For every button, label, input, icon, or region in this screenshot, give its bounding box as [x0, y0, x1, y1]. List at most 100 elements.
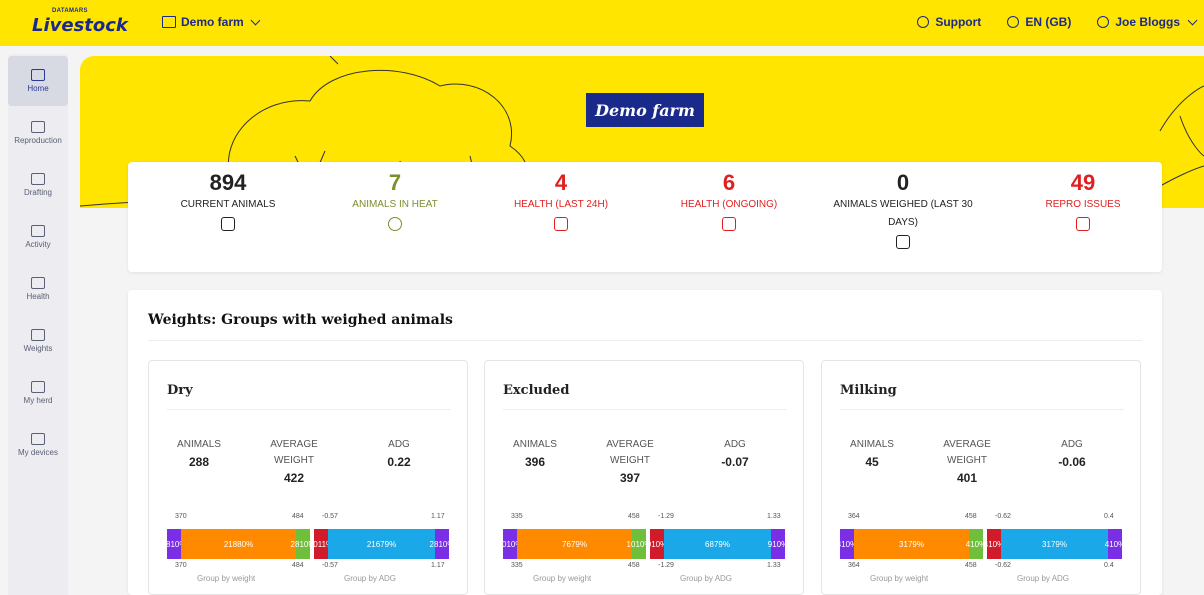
- segment-percent: 79%: [907, 539, 924, 549]
- segment-count: 10: [626, 539, 636, 549]
- language-selector[interactable]: EN (GB): [1007, 15, 1071, 29]
- stat-current-animals[interactable]: 894 CURRENT ANIMALS: [153, 170, 303, 231]
- bar-caption: Group by ADG: [1017, 574, 1070, 583]
- support-link[interactable]: Support: [917, 15, 981, 29]
- stat-label: HEALTH (LAST 24H): [513, 199, 609, 210]
- sidebar-item-health[interactable]: Health: [8, 264, 68, 314]
- stat-health-last-24h[interactable]: 4 HEALTH (LAST 24H): [486, 170, 636, 231]
- user-menu[interactable]: Joe Bloggs: [1097, 15, 1198, 29]
- stat-label: ANIMALS WEIGHED (LAST 30 DAYS): [833, 199, 973, 228]
- distribution-segment[interactable]: 28 10%: [430, 529, 454, 559]
- devices-icon: [31, 433, 45, 445]
- bar-high-tick: 458: [965, 513, 977, 520]
- group-card-dry[interactable]: Dry ANIMALS 288 AVERAGE WEIGHT 422 ADG 0.22 28 1…: [148, 360, 468, 595]
- chevron-down-icon: [1187, 15, 1198, 25]
- group-stat-value: 397: [619, 471, 641, 485]
- sidebar-item-weights[interactable]: Weights: [8, 316, 68, 366]
- bar-high-tick: 484: [292, 562, 304, 569]
- segment-percent: 10%: [1109, 539, 1126, 549]
- drafting-icon: [31, 173, 45, 185]
- bar-low-tick: 364: [848, 513, 860, 520]
- group-stat: ADG 0.22: [354, 437, 444, 471]
- distribution-segment[interactable]: 4 10%: [966, 529, 986, 559]
- bar-high-tick: 0.4: [1104, 562, 1114, 569]
- group-title: Excluded: [503, 383, 570, 398]
- sidebar-item-home[interactable]: Home: [8, 56, 68, 106]
- medkit-icon: [554, 217, 568, 231]
- segment-percent: 79%: [1050, 539, 1067, 549]
- bar-high-tick: 484: [292, 513, 304, 520]
- segment-count: 30: [308, 539, 318, 549]
- bar-caption: Group by weight: [197, 574, 256, 583]
- distribution-segment[interactable]: 9 10%: [768, 529, 789, 559]
- sidebar-item-label: Drafting: [23, 188, 52, 197]
- logo-product-text: Livestock: [32, 15, 128, 36]
- distribution-segment[interactable]: 4 10%: [984, 529, 1004, 559]
- reproduction-icon: [31, 121, 45, 133]
- distribution-segment[interactable]: 30 11%: [309, 529, 333, 559]
- segment-count: 10: [497, 539, 507, 549]
- distribution-segment[interactable]: 4 10%: [837, 529, 857, 559]
- stat-animals-weighed[interactable]: 0 ANIMALS WEIGHED (LAST 30 DAYS): [822, 170, 984, 249]
- segment-count: 28: [161, 539, 171, 549]
- group-card-excluded[interactable]: Excluded ANIMALS 396 AVERAGE WEIGHT 397 ADG -0…: [484, 360, 804, 595]
- sidebar-item-activity[interactable]: Activity: [8, 212, 68, 262]
- group-stat: ANIMALS 45: [827, 437, 917, 471]
- bar-caption: Group by ADG: [680, 574, 733, 583]
- bar-caption: Group by weight: [533, 574, 592, 583]
- group-stat-label: AVERAGE WEIGHT: [943, 439, 991, 466]
- sidebar-item-my-herd[interactable]: My herd: [8, 368, 68, 418]
- stat-health-ongoing[interactable]: 6 HEALTH (ONGOING): [654, 170, 804, 231]
- stat-label: ANIMALS IN HEAT: [352, 199, 438, 210]
- segment-percent: 10%: [438, 539, 455, 549]
- distribution-segment[interactable]: 9 10%: [647, 529, 667, 559]
- segment-percent: 79%: [713, 539, 730, 549]
- distribution-segment[interactable]: 28 10%: [162, 529, 186, 559]
- bar-high-tick: 1.33: [767, 562, 781, 569]
- farm-selector-label: Demo farm: [181, 15, 244, 29]
- distribution-segment[interactable]: 68 79%: [664, 529, 771, 559]
- segment-percent: 10%: [772, 539, 789, 549]
- livestock-logo[interactable]: DATAMARS Livestock: [32, 8, 132, 38]
- group-stat-value: -0.07: [721, 455, 749, 469]
- bar-low-tick: -0.57: [322, 513, 338, 520]
- distribution-segment[interactable]: 10 10%: [498, 529, 522, 559]
- bar-caption: Group by weight: [870, 574, 929, 583]
- sidebar-item-my-devices[interactable]: My devices: [8, 420, 68, 470]
- segment-count: 28: [290, 539, 300, 549]
- sidebar-item-label: My herd: [23, 396, 53, 405]
- bar-high-tick: 0.4: [1104, 513, 1114, 520]
- sidebar-item-drafting[interactable]: Drafting: [8, 160, 68, 210]
- sidebar-item-label: Home: [27, 84, 49, 93]
- farm-selector[interactable]: Demo farm: [162, 15, 261, 29]
- group-stat-value: 401: [956, 471, 978, 485]
- distribution-segment[interactable]: 31 79%: [1001, 529, 1108, 559]
- distribution-segment[interactable]: 76 79%: [517, 529, 632, 559]
- stat-value: 6: [722, 170, 736, 195]
- summary-stats-card: 894 CURRENT ANIMALS 7 ANIMALS IN HEAT 4 …: [128, 162, 1162, 272]
- sidebar: Home Reproduction Drafting Activity Heal…: [8, 54, 68, 595]
- bar-high-tick: 458: [628, 562, 640, 569]
- sidebar-item-label: My devices: [17, 448, 58, 457]
- stat-animals-in-heat[interactable]: 7 ANIMALS IN HEAT: [320, 170, 470, 231]
- sidebar-item-label: Weights: [23, 344, 53, 353]
- segment-percent: 80%: [237, 539, 254, 549]
- group-stat-label: ANIMALS: [177, 439, 221, 450]
- stat-label: REPRO ISSUES: [1045, 199, 1121, 210]
- group-stat-label: ADG: [388, 439, 410, 450]
- group-distribution-bars: 4 10% 31 79% 4 10% 364 458 364 458 Group by weight…: [837, 511, 1130, 583]
- bar-low-tick: -0.62: [995, 562, 1011, 569]
- stat-repro-issues[interactable]: 49 REPRO ISSUES: [1008, 170, 1158, 231]
- sidebar-item-reproduction[interactable]: Reproduction: [8, 108, 68, 158]
- distribution-segment[interactable]: 31 79%: [854, 529, 969, 559]
- group-card-milking[interactable]: Milking ANIMALS 45 AVERAGE WEIGHT 401 ADG -0.0…: [821, 360, 1141, 595]
- group-stat: ADG -0.07: [690, 437, 780, 471]
- distribution-segment[interactable]: 10 10%: [627, 529, 651, 559]
- bar-low-tick: -0.62: [995, 513, 1011, 520]
- distribution-segment[interactable]: 4 10%: [1105, 529, 1126, 559]
- group-stat: ADG -0.06: [1027, 437, 1117, 471]
- distribution-segment[interactable]: 218 80%: [181, 529, 296, 559]
- distribution-segment[interactable]: 216 79%: [328, 529, 435, 559]
- bar-high-tick: 1.17: [431, 513, 445, 520]
- stat-label: CURRENT ANIMALS: [180, 199, 276, 210]
